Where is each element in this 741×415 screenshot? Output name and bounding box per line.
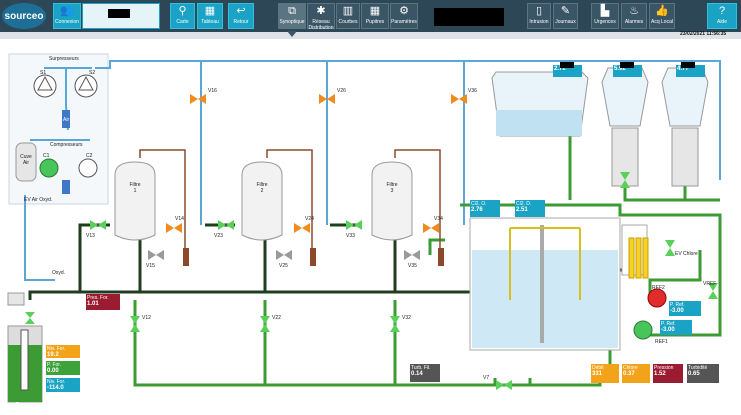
valve-v12[interactable] (130, 316, 140, 324)
chlore-dist-value: 2.51 (516, 207, 528, 213)
valve-v36[interactable] (451, 94, 459, 104)
valve-ev-chlore[interactable] (665, 240, 675, 248)
debit-reading[interactable]: Débit 331 (591, 364, 619, 383)
niv-for-1-value: 19.2 (47, 352, 59, 358)
blower-s2[interactable] (74, 74, 98, 98)
filtre-2-label: Filtre 2 (256, 182, 268, 194)
p-for-reading[interactable]: P. For. 0.00 (46, 361, 80, 375)
filter-3-tank[interactable] (371, 161, 413, 241)
niv-for-2-value: -114.0 (47, 385, 64, 391)
turbidite-reading[interactable]: Turbidité 0.65 (687, 364, 719, 383)
p-for-value: 0.00 (47, 368, 59, 374)
valve-v33[interactable] (346, 220, 354, 230)
v23-label: V23 (214, 233, 223, 239)
chlore-out-value: 2.76 (471, 207, 483, 213)
c1-label: C1 (43, 153, 50, 159)
blower-s1[interactable] (33, 74, 57, 98)
redacted-tower-2 (681, 62, 695, 68)
s1-label: S1 (40, 70, 47, 76)
valve-v26[interactable] (319, 94, 327, 104)
v26-label: V26 (337, 88, 346, 94)
air-label: Air (63, 117, 70, 123)
c2-label: C2 (86, 153, 93, 159)
v12-label: V12 (142, 315, 151, 321)
v16-label: V16 (208, 88, 217, 94)
turb-fil-value: 0.14 (411, 371, 423, 377)
v13-label: V13 (86, 233, 95, 239)
valve-v32[interactable] (390, 316, 400, 324)
valve-v23[interactable] (218, 220, 226, 230)
v22-label: V22 (272, 315, 281, 321)
valve-v24[interactable] (294, 223, 302, 233)
cuve-air-label: Cuve Air (20, 154, 32, 166)
v32-label: V32 (402, 315, 411, 321)
v36-label: V36 (468, 88, 477, 94)
turbidite-value: 0.65 (688, 371, 700, 377)
valve-v22[interactable] (260, 316, 270, 324)
valve-v35[interactable] (404, 250, 412, 260)
p-ref2-reading[interactable]: P. Ref. -3.00 (669, 301, 701, 316)
vref-label: VREF (703, 281, 717, 287)
filtre-3-label: Filtre 3 (386, 182, 398, 194)
v35-label: V35 (408, 263, 417, 269)
v14-label: V14 (175, 216, 184, 222)
v34-label: V34 (434, 216, 443, 222)
compressor-c1[interactable] (39, 158, 59, 178)
v25-label: V25 (279, 263, 288, 269)
valve-v14[interactable] (166, 223, 174, 233)
debit-value: 331 (592, 371, 603, 377)
filtre-1-label: Filtre 1 (129, 182, 141, 194)
pump-ref2[interactable] (647, 288, 667, 308)
niv-for-reading-2[interactable]: Niv. For. -114.0 (46, 378, 80, 392)
p-ref1-reading[interactable]: P. Ref. -3.00 (660, 320, 692, 335)
p-ref1-value: -3.00 (661, 327, 675, 333)
valve-v25[interactable] (276, 250, 284, 260)
ev-air-label: EV Air Oxyd. (24, 197, 53, 203)
valve-v16[interactable] (190, 94, 198, 104)
turb-fil-reading[interactable]: Turb. Fil. 0.14 (410, 364, 440, 382)
chlore-out-reading[interactable]: Cl2. O. 2.76 (470, 200, 500, 217)
redacted-tower-1 (620, 62, 634, 68)
filter-1-tank[interactable] (114, 161, 156, 241)
niv-for-reading-1[interactable]: Niv. For. 19.2 (46, 345, 80, 358)
oxyd-label: Oxyd. (52, 270, 66, 276)
pression-value: 1.52 (654, 371, 666, 377)
chlore-value: 0.37 (623, 371, 635, 377)
v7-label: V7 (483, 375, 490, 381)
compresseurs-label: Compresseurs (50, 142, 83, 148)
v33-label: V33 (346, 233, 355, 239)
pres-for-value: 1.01 (87, 301, 99, 307)
chlore-reading[interactable]: Chlore 0.37 (622, 364, 650, 383)
redacted-reservoir (560, 62, 574, 68)
s2-label: S2 (89, 70, 96, 76)
valve-v15[interactable] (148, 250, 156, 260)
pump-ref1[interactable] (633, 320, 653, 340)
ref2-label: REF2 (652, 285, 665, 291)
v24-label: V24 (305, 216, 314, 222)
surpresseurs-label: Surpresseurs (49, 56, 79, 62)
chlore-dist-reading[interactable]: Cl2. D. 2.51 (515, 200, 545, 217)
valve-v13[interactable] (90, 220, 98, 230)
valve-v7[interactable] (496, 380, 504, 390)
forage-label: Forage (16, 402, 32, 408)
ref1-label: REF1 (655, 339, 668, 345)
compressor-c2[interactable] (78, 158, 98, 178)
pression-reading[interactable]: Pression 1.52 (653, 364, 683, 383)
v15-label: V15 (146, 263, 155, 269)
valve-v34[interactable] (423, 223, 431, 233)
pres-for-reading[interactable]: Pres. For. 1.01 (86, 294, 120, 310)
p-ref2-value: -3.00 (670, 308, 684, 314)
filter-2-tank[interactable] (241, 161, 283, 241)
ev-chlore-label: EV Chlore (675, 251, 698, 257)
